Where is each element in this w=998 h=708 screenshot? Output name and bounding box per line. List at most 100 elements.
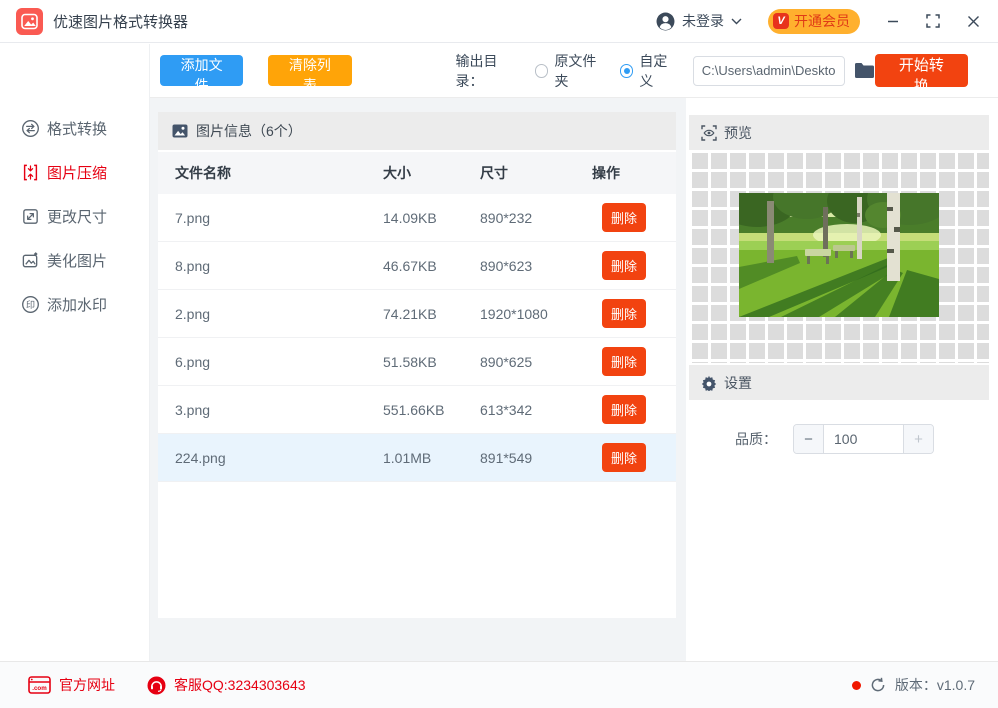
quality-increase-button[interactable]: + — [903, 425, 933, 453]
radio-original-folder[interactable]: 原文件夹 — [534, 51, 610, 91]
quality-decrease-button[interactable]: − — [794, 425, 824, 453]
delete-button[interactable]: 删除 — [602, 443, 647, 472]
minimize-icon — [888, 20, 898, 23]
clear-list-button[interactable]: 清除列表 — [268, 55, 352, 93]
add-files-button[interactable]: 添加文件 — [160, 55, 244, 93]
cell-size: 51.58KB — [383, 353, 437, 370]
quality-label: 品质： — [735, 431, 777, 447]
delete-button[interactable]: 删除 — [602, 251, 647, 280]
quality-input[interactable] — [824, 425, 903, 453]
resize-icon — [23, 208, 38, 224]
format-convert-icon — [22, 119, 39, 137]
sidebar-item-label: 图片压缩 — [47, 164, 108, 182]
preview-canvas — [689, 150, 989, 363]
vip-badge-icon: V — [773, 13, 789, 29]
sidebar-item-image-compress[interactable]: 图片压缩 — [0, 150, 149, 194]
svg-text:.com: .com — [32, 685, 47, 692]
cell-size: 74.21KB — [383, 305, 437, 322]
delete-button[interactable]: 删除 — [602, 347, 647, 376]
chevron-down-icon — [731, 18, 742, 24]
radio-circle-unchecked[interactable] — [534, 63, 549, 78]
sidebar-item-resize[interactable]: 更改尺寸 — [0, 194, 149, 238]
sidebar-item-format-convert[interactable]: 格式转换 — [0, 106, 149, 150]
sidebar-item-label: 美化图片 — [47, 252, 108, 270]
image-info-icon — [172, 124, 188, 138]
delete-button[interactable]: 删除 — [602, 203, 647, 232]
user-avatar-icon — [656, 12, 675, 30]
app-window: 优速图片格式转换器 未登录 V 开通会员 格式转换 图片压缩 更改尺寸 美化图片… — [0, 0, 998, 708]
preview-image — [739, 193, 939, 317]
website-icon: .com — [28, 676, 51, 694]
table-row[interactable]: 6.png 51.58KB 890*625 删除 — [158, 338, 676, 386]
add-watermark-icon: 印 — [22, 295, 39, 313]
cell-filename: 6.png — [175, 353, 211, 370]
table-row[interactable]: 7.png 14.09KB 890*232 删除 — [158, 194, 676, 242]
cell-filename: 3.png — [175, 401, 211, 418]
check-update-icon[interactable] — [870, 677, 886, 693]
version-label: 版本：v1.0.7 — [894, 677, 975, 693]
titlebar: 优速图片格式转换器 未登录 V 开通会员 — [0, 0, 998, 43]
sidebar-item-label: 格式转换 — [47, 120, 108, 138]
browse-folder-button[interactable] — [854, 62, 875, 79]
col-header-action: 操作 — [592, 165, 620, 181]
beautify-image-icon — [22, 251, 38, 267]
preview-eye-icon — [701, 124, 717, 141]
customer-service-qq-link[interactable]: 客服QQ:3234303643 — [147, 675, 306, 695]
table-header-row: 文件名称 大小 尺寸 操作 — [158, 152, 676, 194]
delete-button[interactable]: 删除 — [602, 395, 647, 424]
cell-size: 46.67KB — [383, 257, 437, 274]
col-header-size: 大小 — [383, 165, 411, 181]
cell-dims: 891*549 — [480, 449, 533, 466]
official-website-link[interactable]: .com 官方网址 — [28, 675, 115, 695]
cell-size: 1.01MB — [383, 449, 432, 466]
sidebar-item-watermark[interactable]: 印 添加水印 — [0, 282, 149, 326]
minimize-button[interactable] — [878, 6, 908, 36]
cell-dims: 890*625 — [480, 353, 533, 370]
file-table-card: 图片信息（6个） 文件名称 大小 尺寸 操作 7.png 14.09KB 890… — [158, 112, 676, 618]
cell-filename: 2.png — [175, 305, 211, 322]
image-info-header: 图片信息（6个） — [158, 112, 676, 150]
quality-setting: 品质： − + — [689, 424, 989, 454]
table-row-selected[interactable]: 224.png 1.01MB 891*549 删除 — [158, 434, 676, 482]
output-path-input[interactable] — [692, 55, 845, 86]
main-content: 图片信息（6个） 文件名称 大小 尺寸 操作 7.png 14.09KB 890… — [150, 98, 686, 661]
sidebar-item-label: 添加水印 — [47, 296, 108, 314]
login-status: 未登录 — [682, 13, 724, 29]
cell-size: 551.66KB — [383, 401, 445, 418]
table-row[interactable]: 2.png 74.21KB 1920*1080 删除 — [158, 290, 676, 338]
maximize-icon — [926, 14, 940, 28]
sidebar-item-label: 更改尺寸 — [47, 208, 108, 226]
start-convert-button[interactable]: 开始转换 — [874, 54, 969, 95]
close-icon — [967, 15, 979, 27]
right-panel: 预览 设置 品质： − 100 + — [686, 98, 998, 661]
image-compress-icon — [23, 164, 38, 180]
settings-header: 设置 — [689, 365, 989, 400]
maximize-button[interactable] — [918, 6, 948, 36]
app-title: 优速图片格式转换器 — [53, 13, 189, 31]
close-button[interactable] — [958, 6, 988, 36]
table-row[interactable]: 8.png 46.67KB 890*623 删除 — [158, 242, 676, 290]
cell-filename: 7.png — [175, 209, 211, 226]
delete-button[interactable]: 删除 — [602, 299, 647, 328]
login-menu[interactable]: 未登录 — [656, 11, 742, 31]
statusbar: .com 官方网址 客服QQ:3234303643 版本：v1.0.7 — [0, 661, 998, 708]
cell-filename: 224.png — [175, 449, 226, 466]
cell-filename: 8.png — [175, 257, 211, 274]
cell-dims: 613*342 — [480, 401, 533, 418]
radio-custom[interactable]: 自定义 — [619, 51, 681, 91]
settings-title: 设置 — [724, 374, 752, 391]
sidebar-item-beautify[interactable]: 美化图片 — [0, 238, 149, 282]
folder-icon — [854, 63, 874, 78]
svg-text:印: 印 — [26, 298, 35, 309]
status-dot — [851, 680, 861, 690]
cell-size: 14.09KB — [383, 209, 437, 226]
col-header-dims: 尺寸 — [480, 165, 508, 181]
radio-circle-checked[interactable] — [619, 63, 634, 78]
table-row[interactable]: 3.png 551.66KB 613*342 删除 — [158, 386, 676, 434]
customer-service-icon — [147, 676, 166, 694]
toolbar: 添加文件 清除列表 输出目录： 原文件夹 自定义 开始转换 — [150, 44, 998, 98]
image-info-title: 图片信息（6个） — [196, 123, 302, 139]
open-vip-button[interactable]: V 开通会员 — [768, 8, 860, 34]
gear-icon — [701, 375, 717, 391]
app-logo-icon — [16, 7, 43, 35]
